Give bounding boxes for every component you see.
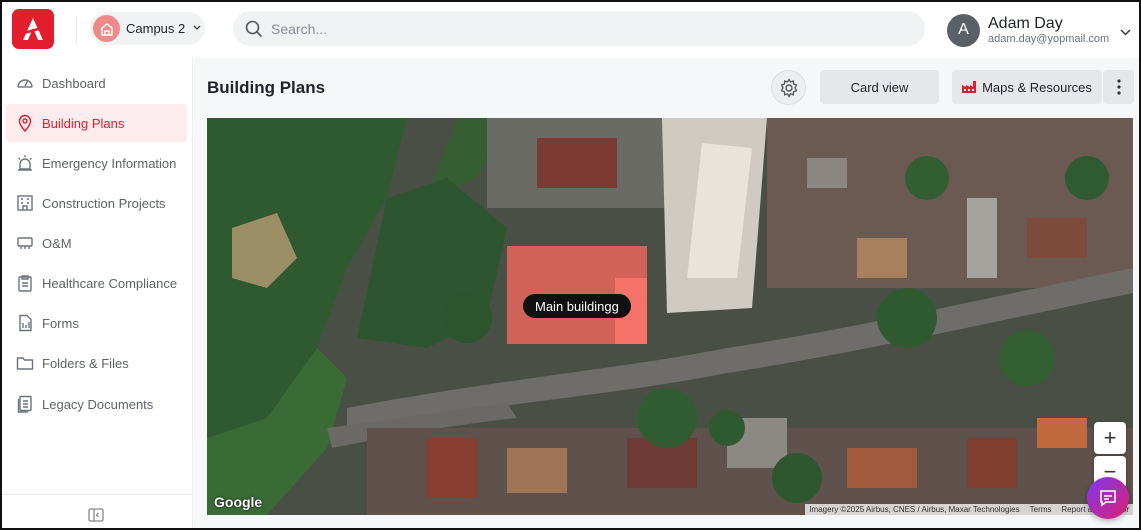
user-name: Adam Day	[988, 14, 1063, 32]
google-logo[interactable]: Google	[214, 494, 262, 510]
building-icon	[16, 194, 34, 212]
sidebar: Dashboard Building Plans Emergency Infor…	[2, 58, 193, 528]
sidebar-item-dashboard[interactable]: Dashboard	[6, 64, 187, 102]
header-divider	[76, 16, 77, 44]
card-view-button[interactable]: Card view	[820, 70, 939, 104]
sidebar-item-label: Emergency Information	[42, 155, 177, 171]
sidebar-item-folders-files[interactable]: Folders & Files	[6, 344, 187, 382]
sidebar-item-building-plans[interactable]: Building Plans	[6, 104, 187, 142]
gauge-icon	[16, 74, 34, 92]
form-icon	[16, 314, 34, 332]
user-menu[interactable]: A Adam Day adam.day@yopmail.com	[947, 9, 1137, 51]
search-bar	[233, 11, 925, 46]
sidebar-item-legacy-documents[interactable]: Legacy Documents	[6, 385, 187, 423]
sidebar-item-om[interactable]: O&M	[6, 224, 187, 262]
sidebar-item-emergency-information[interactable]: Emergency Information	[6, 144, 187, 182]
sidebar-item-label: Healthcare Compliance	[42, 275, 178, 291]
chat-icon	[1100, 490, 1116, 507]
sidebar-item-label: Dashboard	[42, 75, 106, 91]
map-attribution: Imagery ©2025 Airbus, CNES / Airbus, Max…	[805, 504, 1133, 515]
factory-icon	[962, 81, 977, 93]
app-window: Campus 2 A Adam Day adam.day@yopmail.com	[0, 0, 1141, 530]
sidebar-item-label: Construction Projects	[42, 195, 166, 211]
collapse-sidebar-icon[interactable]	[87, 506, 105, 524]
campus-label: Campus 2	[126, 21, 186, 36]
avatar: A	[947, 13, 980, 47]
satellite-map[interactable]: Main buildingg + − Google Imagery ©2025 …	[207, 118, 1133, 515]
app-logo[interactable]	[12, 9, 54, 49]
sidebar-item-label: O&M	[42, 235, 72, 251]
campus-selector[interactable]: Campus 2	[90, 12, 205, 45]
user-email: adam.day@yopmail.com	[988, 33, 1110, 45]
maps-resources-label: Maps & Resources	[982, 79, 1092, 95]
page-title: Building Plans	[207, 78, 326, 97]
campus-icon	[93, 15, 120, 42]
sidebar-divider	[2, 494, 193, 495]
sidebar-item-label: Forms	[42, 315, 79, 331]
clipboard-icon	[16, 274, 34, 292]
search-input[interactable]	[271, 20, 871, 37]
folder-icon	[16, 354, 34, 372]
chevron-down-icon	[193, 23, 201, 34]
gear-icon	[780, 77, 797, 98]
logo-a-icon	[23, 18, 43, 40]
top-header: Campus 2 A Adam Day adam.day@yopmail.com	[2, 2, 1139, 58]
map-marker-label[interactable]: Main buildingg	[523, 294, 631, 318]
documents-icon	[16, 395, 34, 413]
chevron-down-icon	[1120, 23, 1131, 41]
settings-button[interactable]	[771, 70, 806, 105]
chat-button[interactable]	[1087, 477, 1129, 519]
search-icon	[245, 20, 263, 37]
equipment-icon	[16, 234, 34, 252]
satellite-imagery	[207, 118, 1133, 515]
sidebar-item-forms[interactable]: Forms	[6, 304, 187, 342]
more-vertical-icon	[1116, 79, 1121, 95]
sidebar-item-label: Legacy Documents	[42, 396, 154, 412]
sidebar-item-healthcare-compliance[interactable]: Healthcare Compliance	[6, 264, 187, 302]
alarm-light-icon	[16, 154, 34, 172]
terms-link[interactable]: Terms	[1030, 505, 1052, 514]
imagery-credit: Imagery ©2025 Airbus, CNES / Airbus, Max…	[809, 505, 1020, 514]
main-content: Building Plans Card view Maps & Resource…	[194, 58, 1139, 528]
map-pin-icon	[16, 114, 34, 132]
sidebar-item-construction-projects[interactable]: Construction Projects	[6, 184, 187, 222]
sidebar-item-label: Folders & Files	[42, 355, 129, 371]
maps-resources-button[interactable]: Maps & Resources	[952, 70, 1102, 104]
sidebar-item-label: Building Plans	[42, 115, 125, 131]
more-options-button[interactable]	[1103, 70, 1134, 104]
zoom-in-button[interactable]: +	[1094, 422, 1126, 454]
